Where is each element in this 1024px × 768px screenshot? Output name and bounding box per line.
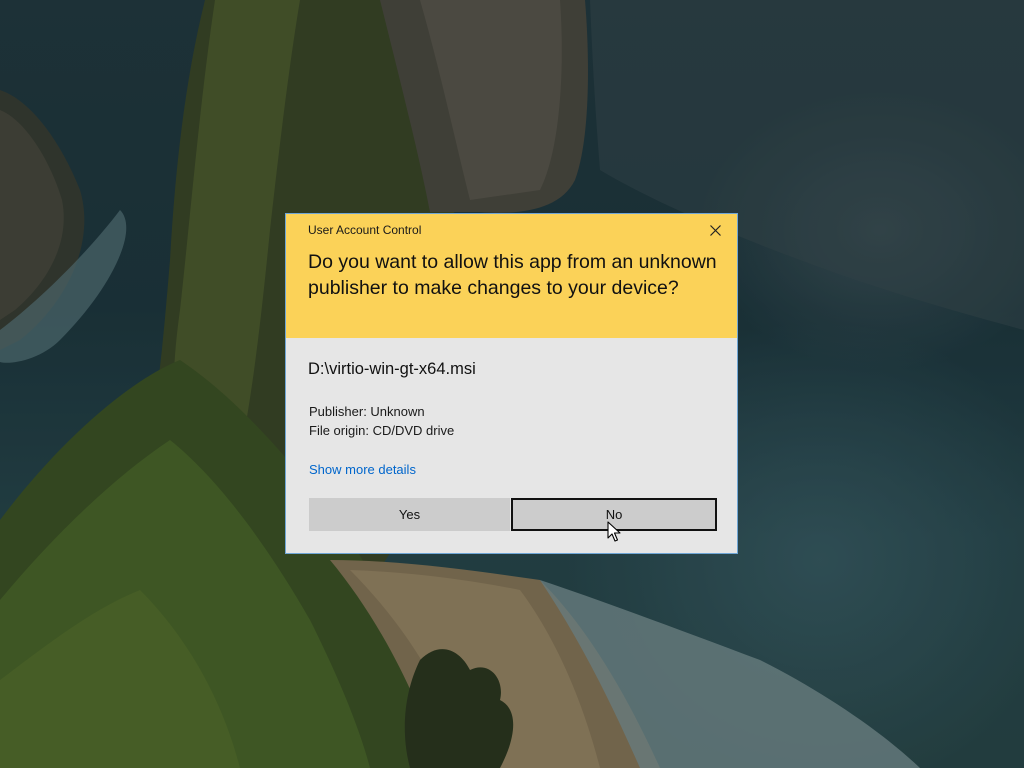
uac-dialog: User Account Control Do you want to allo… [285,213,738,554]
publisher-info: Publisher: Unknown [309,404,425,419]
uac-question: Do you want to allow this app from an un… [308,251,717,299]
yes-button[interactable]: Yes [309,498,510,531]
show-more-details-link[interactable]: Show more details [309,462,416,477]
close-button[interactable] [703,219,729,243]
uac-body: D:\virtio-win-gt-x64.msi Publisher: Unkn… [286,338,737,553]
program-file-name: D:\virtio-win-gt-x64.msi [308,360,476,378]
uac-header: User Account Control Do you want to allo… [286,214,737,338]
file-origin-info: File origin: CD/DVD drive [309,423,455,438]
close-icon [710,225,721,236]
dialog-title: User Account Control [308,223,422,237]
no-button[interactable]: No [511,498,717,531]
